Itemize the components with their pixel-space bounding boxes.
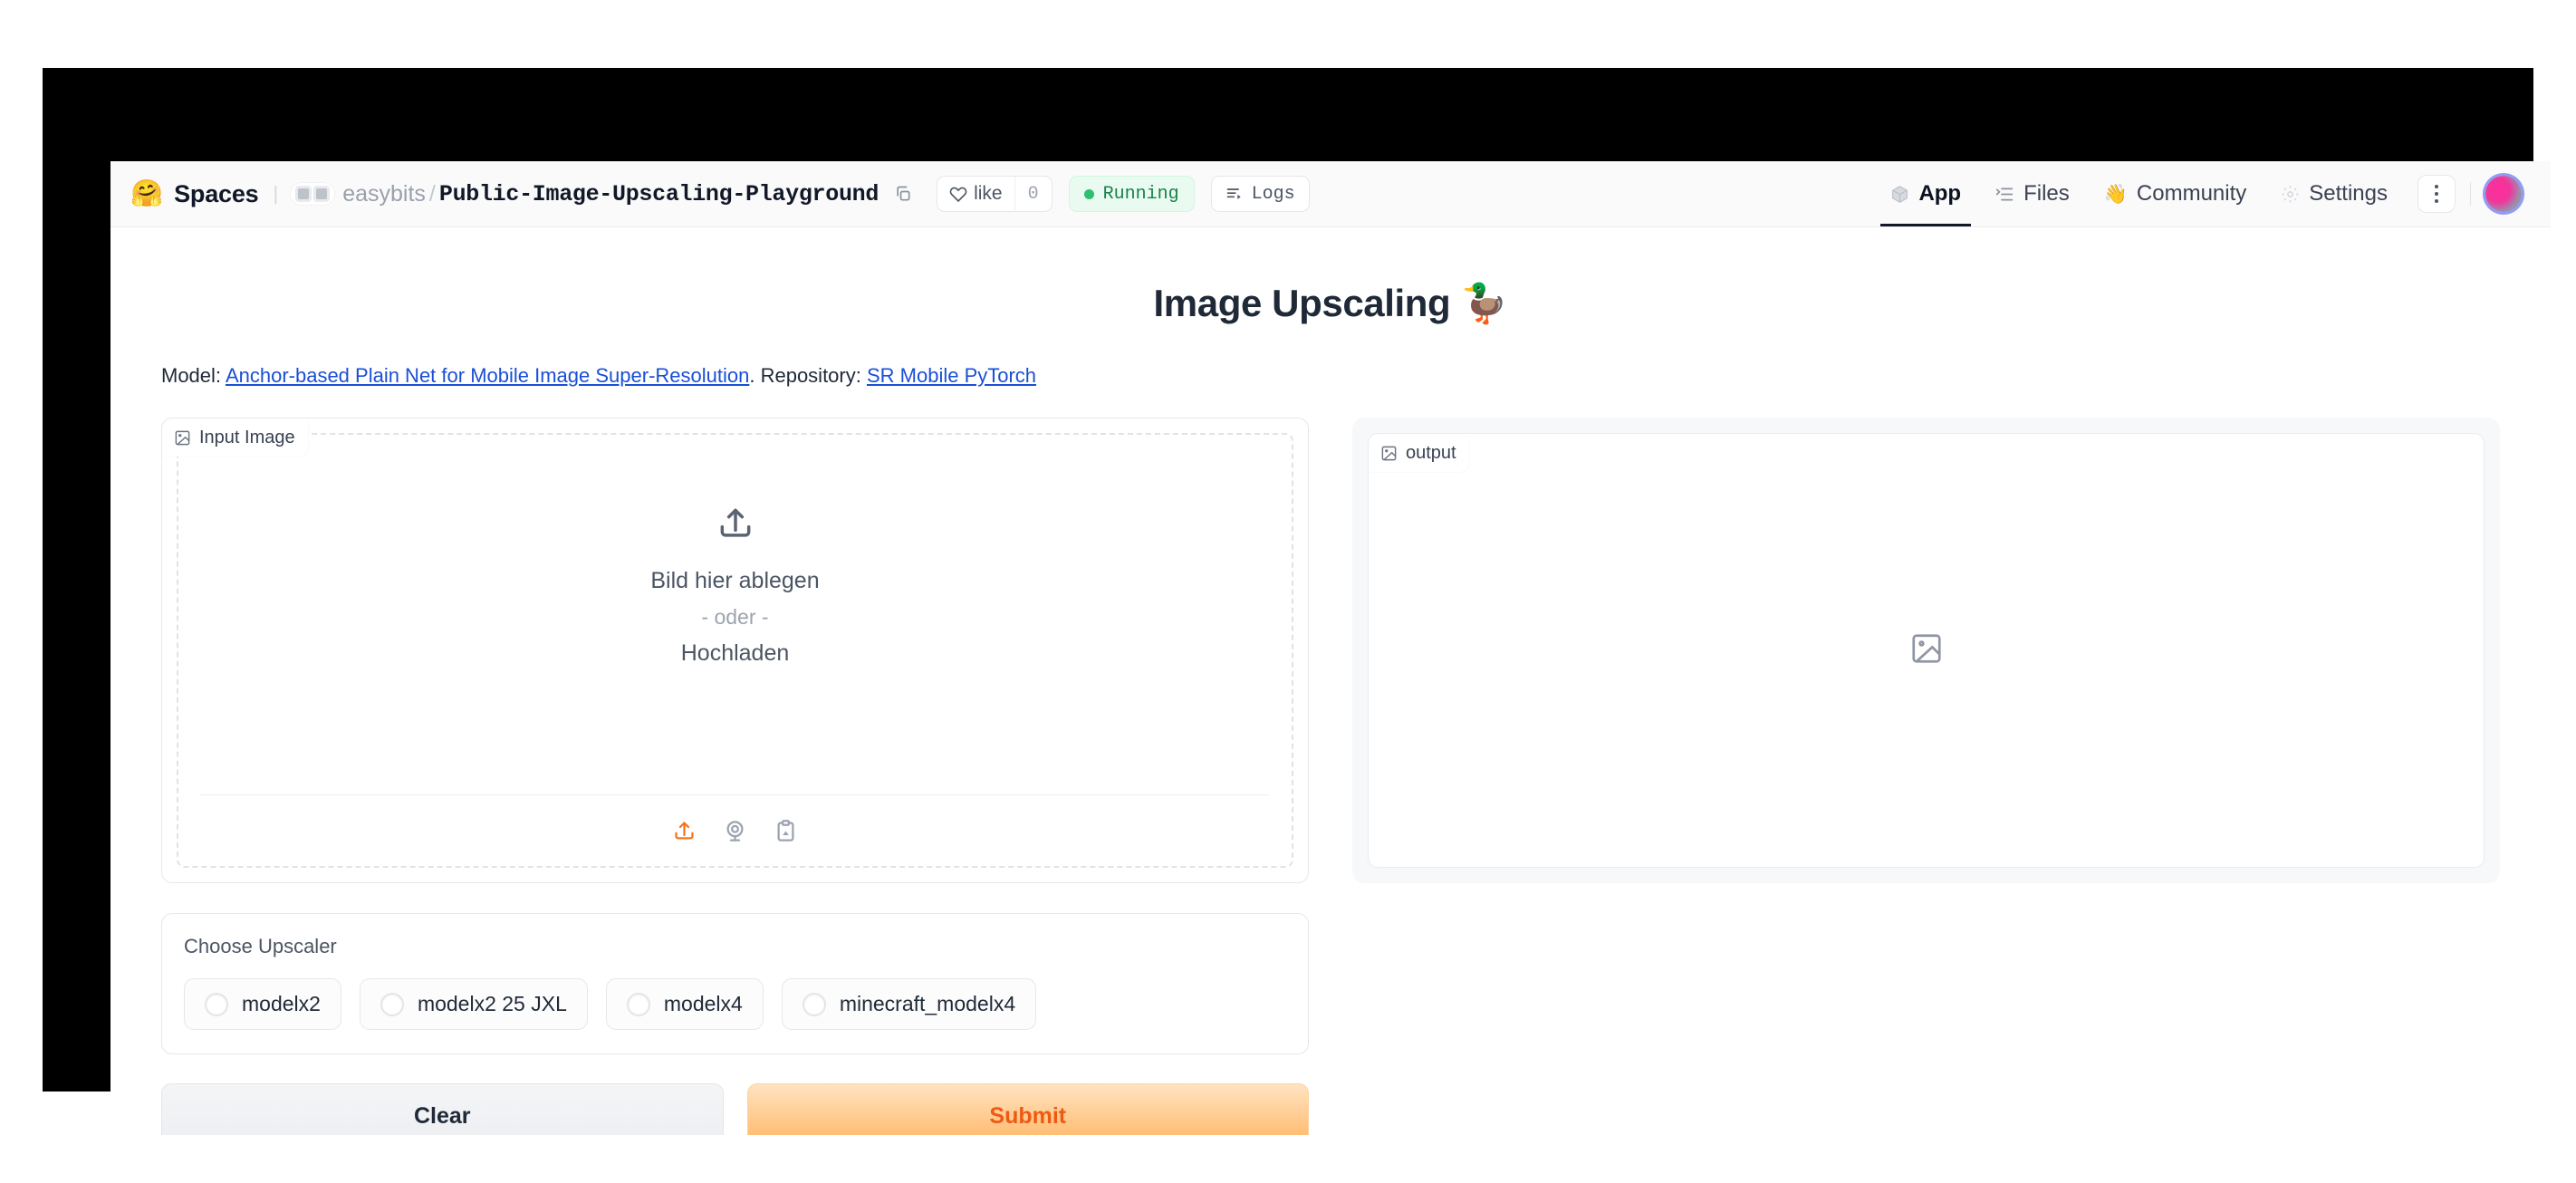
upscaler-radio-group: Choose Upscaler modelx2 modelx2 25 JXL m… [161, 913, 1309, 1054]
copy-icon[interactable] [891, 182, 915, 206]
tab-community-label: Community [2136, 181, 2247, 206]
like-label: like [974, 183, 1003, 204]
main-columns: Input Image Bild hier ablegen - oder - H… [161, 418, 2500, 1135]
header-left-group: 🤗 Spaces | easybits / Public-Image-Upsca… [130, 176, 1873, 212]
logs-button[interactable]: Logs [1210, 176, 1310, 212]
upload-icon[interactable] [669, 815, 700, 846]
upscaler-options-row: modelx2 modelx2 25 JXL modelx4 minecraft… [184, 978, 1286, 1030]
org-avatar-2 [313, 186, 331, 202]
kebab-dot-2 [2435, 192, 2438, 196]
radio-label: minecraft_modelx4 [839, 992, 1016, 1015]
breadcrumb-repo[interactable]: Public-Image-Upscaling-Playground [439, 181, 879, 207]
model-mid: . Repository: [749, 364, 867, 387]
avatar[interactable] [2485, 176, 2522, 212]
like-main[interactable]: like [937, 177, 1014, 211]
input-image-block: Input Image Bild hier ablegen - oder - H… [161, 418, 1309, 883]
kebab-dot-1 [2435, 185, 2438, 188]
radio-label: modelx2 [242, 992, 321, 1015]
upload-icon [716, 504, 755, 548]
clipboard-paste-icon[interactable] [771, 815, 802, 846]
browser-window-frame: 🤗 Spaces | easybits / Public-Image-Upsca… [43, 68, 2551, 1135]
model-link[interactable]: Anchor-based Plain Net for Mobile Image … [226, 364, 749, 387]
radio-label: modelx4 [663, 992, 743, 1015]
left-column: Input Image Bild hier ablegen - oder - H… [161, 418, 1309, 1135]
radio-circle-icon[interactable] [380, 992, 404, 1016]
like-count: 0 [1014, 177, 1052, 211]
tab-settings[interactable]: Settings [2264, 161, 2405, 226]
dropzone-upload-text[interactable]: Hochladen [681, 640, 790, 667]
model-description: Model: Anchor-based Plain Net for Mobile… [161, 364, 2500, 388]
like-button[interactable]: like 0 [937, 176, 1053, 212]
heart-icon [949, 187, 967, 203]
radio-option-minecraft-modelx4[interactable]: minecraft_modelx4 [781, 978, 1037, 1030]
hf-space-header: 🤗 Spaces | easybits / Public-Image-Upsca… [111, 161, 2551, 227]
radio-circle-icon[interactable] [626, 992, 650, 1016]
org-avatar-group [291, 183, 335, 205]
clear-button[interactable]: Clear [161, 1083, 724, 1135]
output-label: output [1370, 435, 1469, 472]
radio-option-modelx2-25-jxl[interactable]: modelx2 25 JXL [359, 978, 588, 1030]
output-image-area[interactable]: output [1368, 433, 2485, 868]
logs-icon [1226, 188, 1241, 199]
tab-app-label: App [1918, 181, 1962, 206]
model-prefix: Model: [161, 364, 226, 387]
header-nav-tabs: App Files 👋 Community Settings [1873, 161, 2522, 226]
image-icon [175, 430, 190, 446]
tab-community[interactable]: 👋 Community [2087, 161, 2264, 226]
repository-link[interactable]: SR Mobile PyTorch [867, 364, 1036, 387]
org-avatar-1 [295, 186, 312, 202]
hugging-face-icon[interactable]: 🤗 [130, 180, 163, 207]
screenshot-root: 🤗 Spaces | easybits / Public-Image-Upsca… [0, 0, 2576, 1183]
radio-label: modelx2 25 JXL [417, 992, 567, 1015]
tab-app[interactable]: App [1873, 161, 1978, 226]
logs-label: Logs [1251, 183, 1295, 205]
dropzone-drop-text: Bild hier ablegen [650, 568, 820, 593]
action-buttons-row: Clear Submit [161, 1083, 1309, 1135]
cube-icon [1890, 185, 1909, 204]
output-label-text: output [1406, 443, 1456, 463]
breadcrumb-org[interactable]: easybits [342, 181, 426, 207]
input-image-label-text: Input Image [199, 428, 295, 447]
spaces-label[interactable]: Spaces [174, 180, 259, 208]
submit-button[interactable]: Submit [746, 1083, 1309, 1135]
files-icon [1995, 185, 2014, 204]
tab-files[interactable]: Files [1978, 161, 2087, 226]
output-block: output [1352, 418, 2500, 883]
gradio-app-body: Image Upscaling 🦆 Model: Anchor-based Pl… [111, 227, 2551, 1135]
gear-icon [2281, 185, 2300, 204]
tab-settings-label: Settings [2309, 181, 2388, 206]
breadcrumb-slash: / [428, 180, 436, 207]
header-vertical-divider [2470, 182, 2471, 206]
status-dot [1083, 188, 1094, 199]
dropzone-toolbar [200, 794, 1270, 846]
page-title: Image Upscaling 🦆 [1153, 282, 1508, 324]
upscaler-group-label: Choose Upscaler [184, 935, 337, 957]
right-column: output [1352, 418, 2500, 1135]
page-viewport: 🤗 Spaces | easybits / Public-Image-Upsca… [111, 161, 2551, 1135]
radio-circle-icon[interactable] [205, 992, 228, 1016]
header-divider: | [273, 182, 279, 205]
radio-circle-icon[interactable] [802, 992, 826, 1016]
wave-hand-icon: 👋 [2103, 183, 2128, 205]
webcam-icon[interactable] [720, 815, 751, 846]
dropzone-or-text: - oder - [701, 605, 769, 629]
kebab-dot-3 [2435, 199, 2438, 203]
image-placeholder-icon [1909, 631, 1944, 670]
image-icon [1381, 446, 1397, 461]
kebab-menu-icon[interactable] [2417, 175, 2456, 213]
input-image-label: Input Image [163, 419, 308, 457]
radio-option-modelx2[interactable]: modelx2 [184, 978, 341, 1030]
image-dropzone[interactable]: Bild hier ablegen - oder - Hochladen [177, 433, 1293, 868]
status-badge[interactable]: Running [1068, 176, 1195, 212]
radio-option-modelx4[interactable]: modelx4 [605, 978, 764, 1030]
tab-files-label: Files [2023, 181, 2070, 206]
status-label: Running [1102, 183, 1179, 205]
